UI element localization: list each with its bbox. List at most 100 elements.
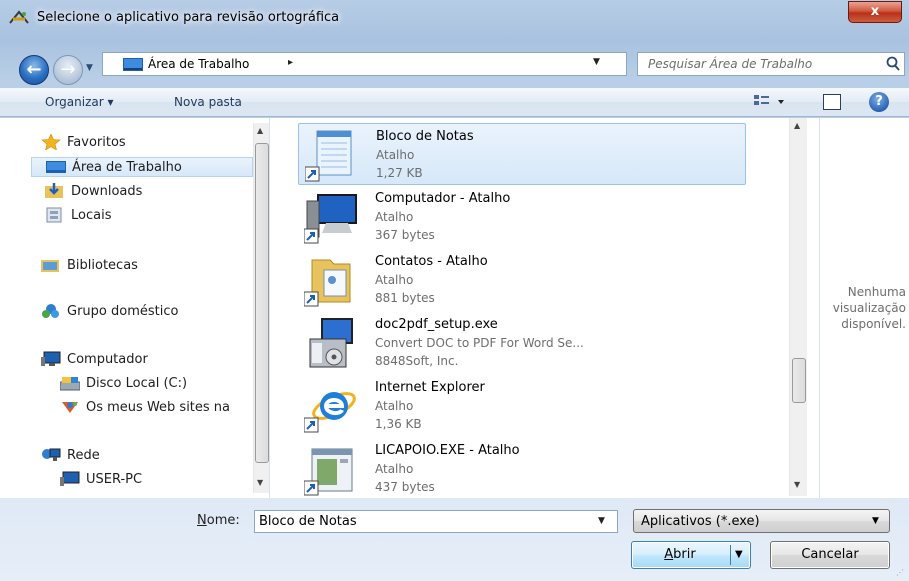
address-bar[interactable]: Área de Trabalho ▸ ▼ ↻ <box>102 52 717 76</box>
nav-computer[interactable]: Computador <box>41 349 148 369</box>
scroll-up-icon[interactable]: ▲ <box>794 121 800 130</box>
search-icon[interactable] <box>886 56 900 72</box>
nav-scrollbar[interactable]: ▲ ▼ <box>253 123 269 493</box>
file-name-dropdown-icon[interactable]: ▼ <box>598 516 605 526</box>
libraries-icon <box>41 260 59 272</box>
file-type: Atalho <box>376 148 415 162</box>
computer-icon <box>60 471 80 486</box>
address-path[interactable]: Área de Trabalho <box>148 57 249 71</box>
search-box[interactable]: Pesquisar Área de Trabalho <box>637 52 905 76</box>
scroll-down-icon[interactable]: ▼ <box>794 480 800 489</box>
resize-grip-icon[interactable]: ⋰ <box>896 568 904 577</box>
breadcrumb-chevron-icon[interactable]: ▸ <box>288 57 293 68</box>
places-icon <box>46 207 62 223</box>
nav-web-sites[interactable]: Os meus Web sites na <box>60 397 230 417</box>
change-view-icon[interactable] <box>752 93 788 111</box>
web-sites-icon <box>62 402 78 413</box>
file-item-computador[interactable]: Computador - Atalho Atalho 367 bytes <box>298 186 746 248</box>
file-size: 437 bytes <box>375 480 435 494</box>
file-item-doc2pdf-setup[interactable]: doc2pdf_setup.exe Convert DOC to PDF For… <box>298 312 746 374</box>
main-area: Favoritos Área de Trabalho Downloads Loc… <box>0 118 909 498</box>
scroll-up-icon[interactable]: ▲ <box>257 126 263 135</box>
open-button[interactable]: Abrir ▼ <box>631 541 751 569</box>
cancel-button[interactable]: Cancelar <box>770 541 890 569</box>
file-size: 1,27 KB <box>376 166 423 180</box>
file-size: 367 bytes <box>375 228 435 242</box>
nav-user-pc-label: USER-PC <box>86 471 143 487</box>
nav-favorites-label: Favoritos <box>67 134 126 150</box>
help-icon[interactable]: ? <box>869 92 889 112</box>
spellcheck-app-icon <box>9 10 29 24</box>
file-name: LICAPOIO.EXE - Atalho <box>375 443 520 458</box>
file-size: 881 bytes <box>375 291 435 305</box>
file-list-scroll-thumb[interactable] <box>792 358 806 403</box>
file-name: Bloco de Notas <box>376 129 474 144</box>
file-item-bloco-de-notas[interactable]: Bloco de Notas Atalho 1,27 KB <box>298 123 746 185</box>
nav-places[interactable]: Locais <box>45 205 111 225</box>
file-type: Atalho <box>375 399 414 413</box>
nav-user-pc[interactable]: USER-PC <box>60 469 142 489</box>
scroll-down-icon[interactable]: ▼ <box>257 478 263 487</box>
homegroup-icon <box>42 304 59 318</box>
file-name: doc2pdf_setup.exe <box>375 317 498 332</box>
title-bar[interactable]: Selecione o aplicativo para revisão orto… <box>0 0 909 34</box>
no-preview-message: Nenhuma visualização disponível. <box>820 284 909 332</box>
installer-icon <box>309 318 353 368</box>
nav-network[interactable]: Rede <box>41 445 100 465</box>
nav-web-sites-label: Os meus Web sites na <box>86 399 231 415</box>
address-dropdown-icon[interactable]: ▼ <box>593 57 600 67</box>
nav-computer-label: Computador <box>67 351 148 367</box>
nav-local-disk[interactable]: Disco Local (C:) <box>60 373 187 393</box>
nav-libraries[interactable]: Bibliotecas <box>41 255 138 275</box>
nav-local-disk-label: Disco Local (C:) <box>86 375 188 391</box>
recent-pages-dropdown[interactable]: ▼ <box>86 63 98 75</box>
dialog-footer: Nome: Bloco de Notas ▼ Aplicativos (*.ex… <box>0 498 909 581</box>
forward-button[interactable]: → <box>53 55 83 85</box>
file-description: Convert DOC to PDF For Word Se... <box>375 336 584 350</box>
close-button[interactable]: x <box>848 1 902 23</box>
close-icon: x <box>870 4 880 19</box>
file-list-scrollbar[interactable]: ▲ ▼ <box>789 118 807 496</box>
computer-icon <box>41 351 61 366</box>
preview-pane-icon[interactable] <box>823 94 841 110</box>
file-company: 8848Soft, Inc. <box>375 354 459 368</box>
file-item-contatos[interactable]: Contatos - Atalho Atalho 881 bytes <box>298 249 746 311</box>
downloads-folder-icon <box>45 183 63 198</box>
open-options-dropdown-icon[interactable]: ▼ <box>735 542 743 567</box>
nav-homegroup[interactable]: Grupo doméstico <box>41 301 178 321</box>
internet-explorer-icon <box>304 392 356 433</box>
nav-downloads[interactable]: Downloads <box>45 181 142 201</box>
nav-libraries-label: Bibliotecas <box>67 257 138 273</box>
open-accelerator: A <box>664 547 674 562</box>
file-type: Atalho <box>375 462 414 476</box>
file-name-input[interactable]: Bloco de Notas ▼ <box>254 510 618 533</box>
file-name: Computador - Atalho <box>375 191 511 206</box>
nav-scroll-thumb[interactable] <box>255 143 269 463</box>
organize-menu-button[interactable]: Organizar ▾ <box>45 95 114 109</box>
file-item-internet-explorer[interactable]: Internet Explorer Atalho 1,36 KB <box>298 375 746 437</box>
file-name: Contatos - Atalho <box>375 254 488 269</box>
nav-desktop-label: Área de Trabalho <box>72 159 182 175</box>
notepad-icon <box>305 130 352 182</box>
nav-favorites[interactable]: Favoritos <box>41 132 126 152</box>
network-icon <box>42 448 61 461</box>
chevron-down-icon[interactable]: ▼ <box>872 516 879 526</box>
new-folder-button[interactable]: Nova pasta <box>174 95 242 109</box>
file-name: Internet Explorer <box>375 380 485 395</box>
navigation-pane: Favoritos Área de Trabalho Downloads Loc… <box>0 118 270 498</box>
nav-desktop[interactable]: Área de Trabalho <box>31 157 253 177</box>
back-arrow-icon: ← <box>26 59 42 80</box>
file-name-label-text: ome: <box>206 513 240 528</box>
window-title: Selecione o aplicativo para revisão orto… <box>37 10 340 25</box>
file-type-filter-select[interactable]: Aplicativos (*.exe) ▼ <box>633 509 890 533</box>
open-label-text: brir <box>673 547 696 562</box>
application-window-icon <box>304 448 353 496</box>
back-button[interactable]: ← <box>19 55 49 85</box>
split-separator <box>730 545 731 565</box>
search-input[interactable]: Pesquisar Área de Trabalho <box>648 57 812 71</box>
file-open-dialog: Selecione o aplicativo para revisão orto… <box>0 0 909 581</box>
file-item-licapoio[interactable]: LICAPOIO.EXE - Atalho Atalho 437 bytes <box>298 438 746 500</box>
open-button-label: Abrir <box>632 542 728 567</box>
file-name-value[interactable]: Bloco de Notas <box>259 514 357 529</box>
command-toolbar: Organizar ▾ Nova pasta ? <box>0 88 909 117</box>
